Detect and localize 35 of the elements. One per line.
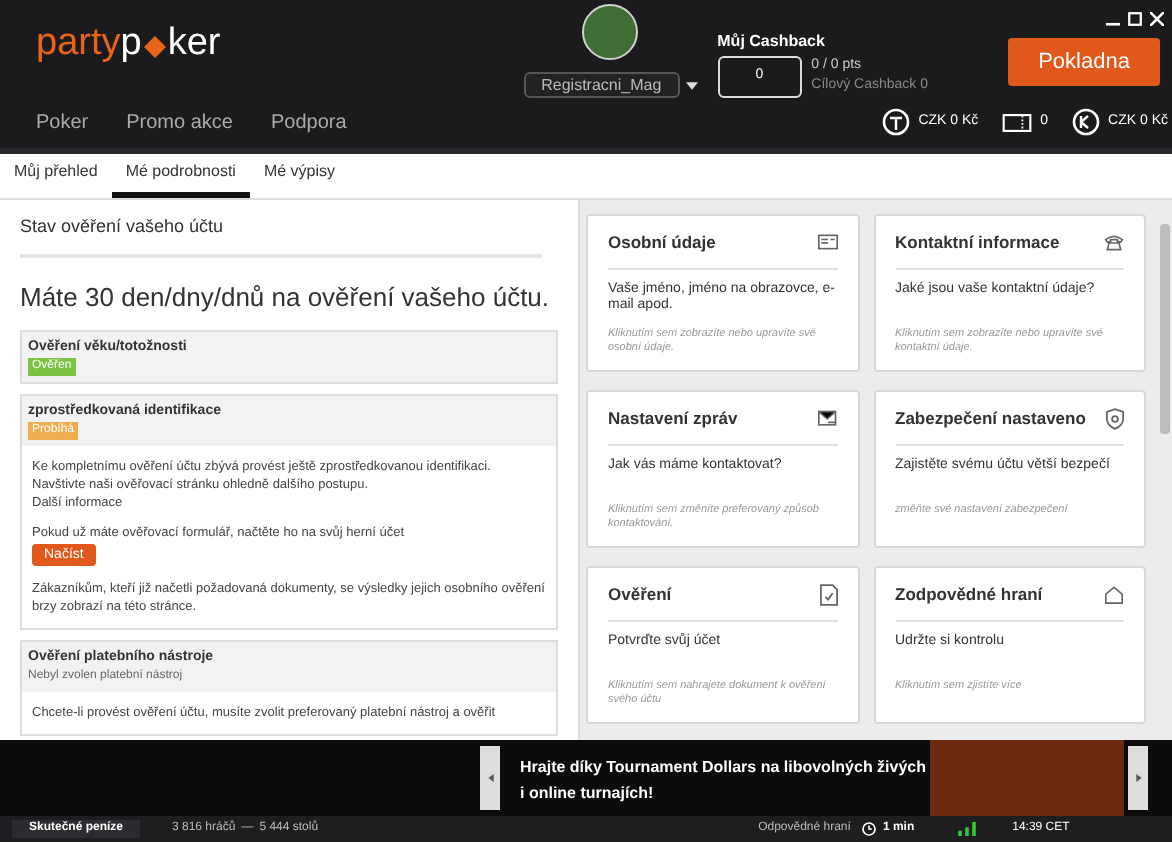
days-notice: Máte 30 den/dny/dnů na ověření vašeho účtu. <box>20 279 552 316</box>
card-title: Zabezpečení nastaveno <box>895 406 1086 432</box>
clock-icon <box>862 822 877 836</box>
card-title: Ověření <box>608 582 672 608</box>
nav-link[interactable]: Promo akce <box>126 107 233 137</box>
cashback-title: Můj Cashback <box>717 32 827 52</box>
partypoker-logo[interactable]: partyp ker <box>36 24 221 62</box>
section-title: Stav ověření vašeho účtu <box>20 214 542 257</box>
cashier-button[interactable]: Pokladna <box>1008 38 1160 86</box>
tab[interactable]: Můj přehled <box>0 152 112 198</box>
phone-icon <box>1104 233 1124 252</box>
card-title: Osobní údaje <box>608 230 716 256</box>
home-icon <box>1104 585 1124 604</box>
ticket-icon <box>1002 113 1033 131</box>
coin-icon <box>1072 108 1101 136</box>
card-title: Kontaktní informace <box>895 230 1060 256</box>
id-card-icon <box>817 234 837 251</box>
scrollbar-thumb[interactable] <box>1159 224 1169 434</box>
arrow-right-icon <box>1135 774 1141 782</box>
shield-icon <box>1106 407 1124 430</box>
maximize-icon[interactable] <box>1128 11 1142 25</box>
dollar-coin-icon <box>882 108 911 136</box>
username-label[interactable]: Registracni_Mag <box>523 72 680 98</box>
card-title: Zodpovědné hraní <box>895 582 1043 608</box>
signal-icon <box>958 822 977 836</box>
arrow-left-icon <box>487 774 493 782</box>
nav-link[interactable]: Podpora <box>270 107 347 137</box>
tab[interactable]: Mé výpisy <box>249 152 350 198</box>
message-icon <box>817 409 837 428</box>
banner-text: Hrajte díky Tournament Dollars na libovolných živých i online turnajích! <box>518 756 929 806</box>
caret-icon[interactable] <box>685 81 698 89</box>
nav-link[interactable]: Poker <box>36 107 89 137</box>
document-icon <box>819 583 837 606</box>
close-icon[interactable] <box>1150 11 1164 25</box>
card-title: Nastavení zpráv <box>608 406 738 432</box>
